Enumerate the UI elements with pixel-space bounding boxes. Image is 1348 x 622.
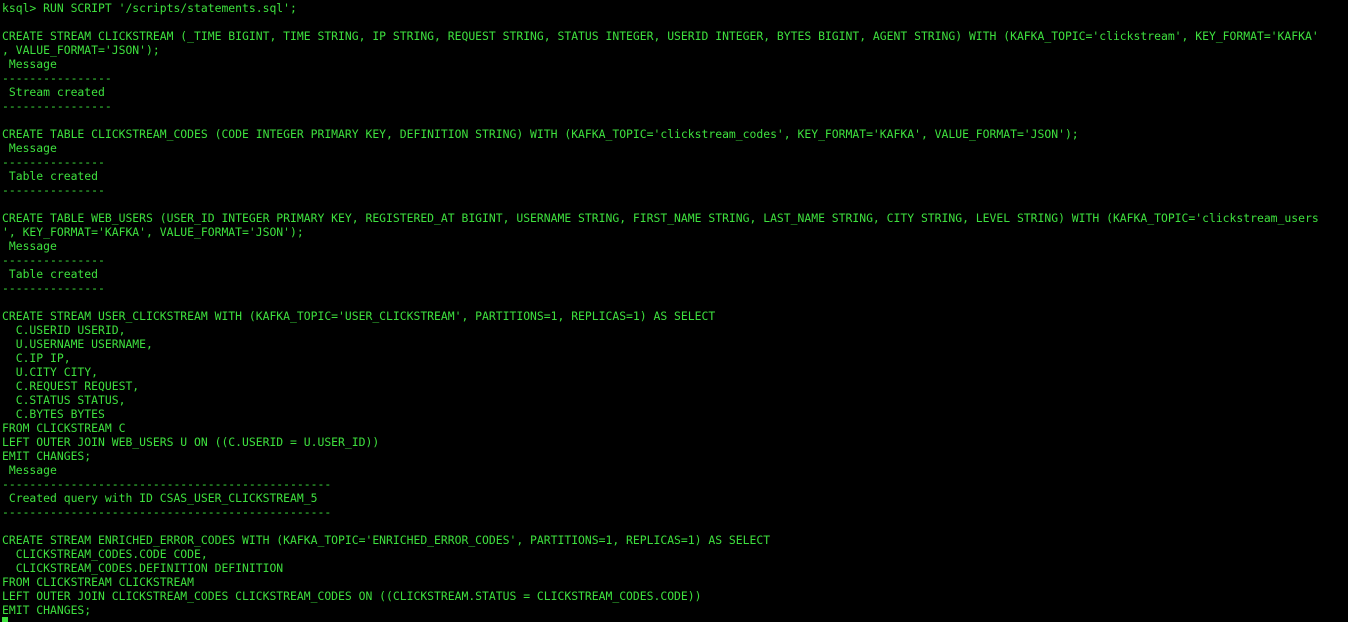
output-line: ---------------- (2, 99, 112, 113)
output-line: Created query with ID CSAS_USER_CLICKSTR… (2, 491, 318, 505)
output-line: C.USERID USERID, (2, 323, 126, 337)
output-line: LEFT OUTER JOIN WEB_USERS U ON ((C.USERI… (2, 435, 380, 449)
output-line: CREATE STREAM CLICKSTREAM (_TIME BIGINT,… (2, 29, 1319, 43)
output-line: C.IP IP, (2, 351, 71, 365)
output-line: EMIT CHANGES; (2, 603, 92, 617)
output-line: Table created (2, 169, 99, 183)
output-line: LEFT OUTER JOIN CLICKSTREAM_CODES CLICKS… (2, 589, 702, 603)
output-line: Stream created (2, 85, 105, 99)
output-line: ----------------------------------------… (2, 477, 332, 491)
terminal-window[interactable]: ksql> RUN SCRIPT '/scripts/statements.sq… (0, 0, 1348, 622)
output-line: Message (2, 57, 57, 71)
output-line: Message (2, 141, 57, 155)
output-line: CREATE STREAM USER_CLICKSTREAM WITH (KAF… (2, 309, 716, 323)
output-line: --------------- (2, 183, 105, 197)
output-line: Message (2, 463, 57, 477)
text-cursor (2, 617, 8, 622)
output-line: , VALUE_FORMAT='JSON'); (2, 43, 160, 57)
output-line: C.STATUS STATUS, (2, 393, 126, 407)
output-line: CREATE TABLE CLICKSTREAM_CODES (CODE INT… (2, 127, 1079, 141)
output-line: U.USERNAME USERNAME, (2, 337, 153, 351)
output-line: --------------- (2, 253, 105, 267)
prompt-line: ksql> RUN SCRIPT '/scripts/statements.sq… (2, 1, 297, 15)
output-line: CREATE STREAM ENRICHED_ERROR_CODES WITH … (2, 533, 771, 547)
output-line: C.BYTES BYTES (2, 407, 105, 421)
output-line: Table created (2, 267, 99, 281)
output-line: EMIT CHANGES; (2, 449, 92, 463)
output-line: C.REQUEST REQUEST, (2, 379, 140, 393)
output-line: ---------------- (2, 71, 112, 85)
output-line: CLICKSTREAM_CODES.CODE CODE, (2, 547, 208, 561)
output-line: --------------- (2, 281, 105, 295)
output-line: FROM CLICKSTREAM CLICKSTREAM (2, 575, 195, 589)
output-line: Message (2, 239, 57, 253)
output-line: ----------------------------------------… (2, 505, 332, 519)
output-line: FROM CLICKSTREAM C (2, 421, 126, 435)
cursor-line (2, 617, 1348, 622)
output-line: CREATE TABLE WEB_USERS (USER_ID INTEGER … (2, 211, 1319, 225)
output-line: --------------- (2, 155, 105, 169)
output-line: U.CITY CITY, (2, 365, 99, 379)
output-line: CLICKSTREAM_CODES.DEFINITION DEFINITION (2, 561, 284, 575)
output-line: ', KEY_FORMAT='KAFKA', VALUE_FORMAT='JSO… (2, 225, 304, 239)
